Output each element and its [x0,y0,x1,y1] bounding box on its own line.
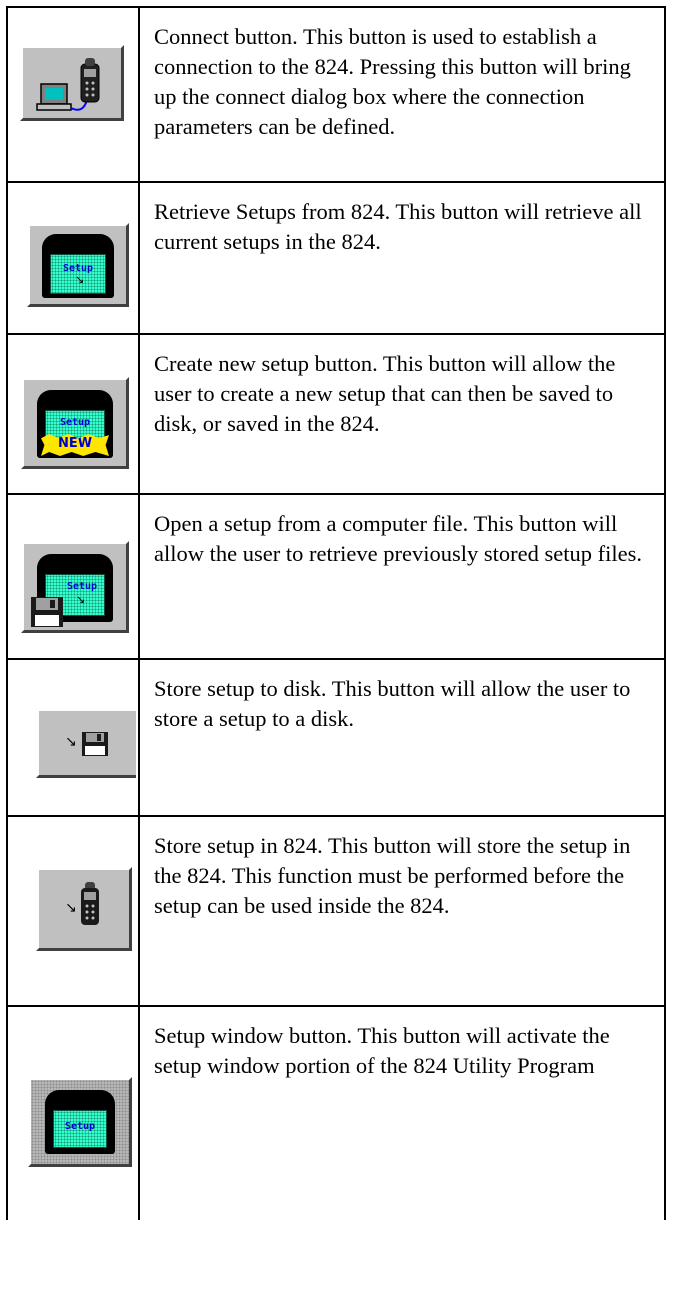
table-row-open-setup: Setup ↘ Open a setup from a computer fil… [6,493,666,658]
floppy-disk-icon [82,732,108,756]
setup-screen: Setup [53,1110,107,1148]
setup-arch: Setup [45,1090,115,1154]
table-row-new-setup: Setup NEW Create new setup button. This … [6,333,666,493]
setup-arch: Setup ↘ [42,234,114,298]
sound-level-meter-icon [81,882,99,925]
icon-cell: Setup [8,1007,140,1220]
icon-cell: ↘ [8,660,140,815]
connect-icon[interactable] [20,45,124,121]
table-row-retrieve-setups: Setup ↘ Retrieve Setups from 824. This b… [6,181,666,333]
setup-screen: Setup ↘ [50,254,106,294]
row-description: Setup window button. This button will ac… [154,1023,610,1078]
setup-window-icon[interactable]: Setup [28,1077,132,1167]
row-description: Create new setup button. This button wil… [154,351,616,436]
icon-cell: ↘ [8,817,140,1005]
row-description: Open a setup from a computer file. This … [154,511,642,566]
setup-label: Setup [64,1121,96,1132]
icon-cell [8,8,140,181]
button-reference-table: Connect button. This button is used to e… [6,6,666,1220]
new-setup-icon[interactable]: Setup NEW [21,377,129,469]
new-label: NEW [57,436,93,451]
arrow-icon: ↘ [76,593,86,606]
row-description: Store setup to disk. This button will al… [154,676,631,731]
setup-arch: Setup NEW [37,390,113,458]
open-setup-file-icon[interactable]: Setup ↘ [21,541,129,633]
store-to-disk-icon[interactable]: ↘ [36,708,136,778]
arrow-icon: ↘ [65,900,77,916]
setup-label: Setup [59,417,91,428]
arrow-icon: ↘ [65,734,77,750]
table-row-store-to-disk: ↘ Store setup to disk. This button will … [6,658,666,815]
table-row-connect: Connect button. This button is used to e… [6,6,666,181]
store-in-824-icon[interactable]: ↘ [36,867,132,951]
row-description: Connect button. This button is used to e… [154,24,631,139]
floppy-disk-icon [31,597,63,627]
table-row-store-in-824: ↘ Store setup in 824. This button will s… [6,815,666,1005]
setup-label: Setup [66,581,98,592]
table-row-setup-window: Setup Setup window button. This button w… [6,1005,666,1220]
arrow-icon: ↘ [75,273,85,286]
row-description: Retrieve Setups from 824. This button wi… [154,199,642,254]
icon-cell: Setup ↘ [8,495,140,658]
row-description: Store setup in 824. This button will sto… [154,833,631,918]
icon-cell: Setup ↘ [8,183,140,333]
icon-cell: Setup NEW [8,335,140,493]
retrieve-setups-icon[interactable]: Setup ↘ [27,223,129,307]
